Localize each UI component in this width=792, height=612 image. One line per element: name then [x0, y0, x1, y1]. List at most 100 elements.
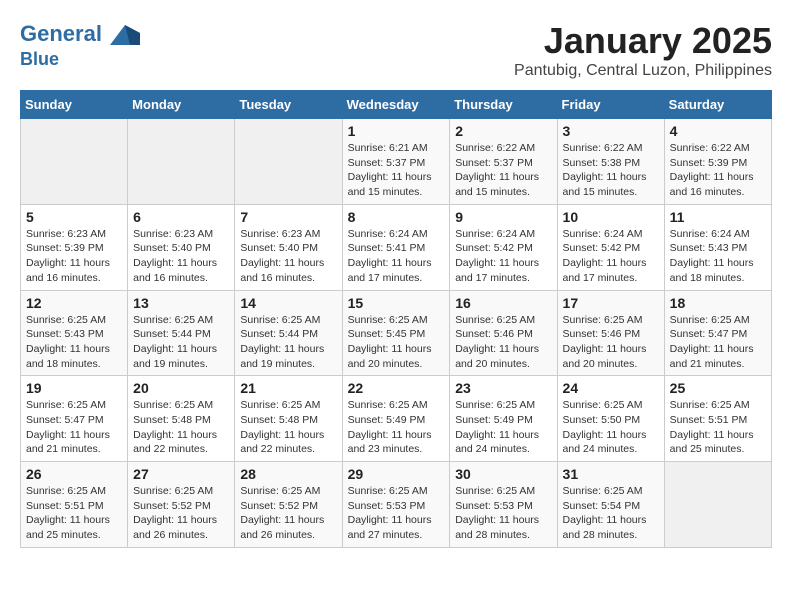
day-number: 24: [563, 380, 659, 396]
day-number: 19: [26, 380, 122, 396]
logo-line1: General: [20, 21, 102, 46]
day-info: Sunrise: 6:24 AM Sunset: 5:42 PM Dayligh…: [563, 227, 659, 286]
day-info: Sunrise: 6:25 AM Sunset: 5:53 PM Dayligh…: [348, 484, 445, 543]
day-number: 12: [26, 295, 122, 311]
day-info: Sunrise: 6:25 AM Sunset: 5:54 PM Dayligh…: [563, 484, 659, 543]
day-number: 27: [133, 466, 229, 482]
day-number: 20: [133, 380, 229, 396]
logo-icon: [110, 20, 140, 50]
day-info: Sunrise: 6:23 AM Sunset: 5:40 PM Dayligh…: [240, 227, 336, 286]
day-info: Sunrise: 6:25 AM Sunset: 5:49 PM Dayligh…: [348, 398, 445, 457]
day-number: 18: [670, 295, 766, 311]
calendar-cell: 10 Sunrise: 6:24 AM Sunset: 5:42 PM Dayli…: [557, 204, 664, 290]
calendar-cell: [664, 462, 771, 548]
logo: General Blue: [20, 20, 140, 70]
day-info: Sunrise: 6:25 AM Sunset: 5:51 PM Dayligh…: [26, 484, 122, 543]
calendar-week-row: 19 Sunrise: 6:25 AM Sunset: 5:47 PM Dayli…: [21, 376, 772, 462]
day-info: Sunrise: 6:24 AM Sunset: 5:43 PM Dayligh…: [670, 227, 766, 286]
day-number: 17: [563, 295, 659, 311]
calendar-table: SundayMondayTuesdayWednesdayThursdayFrid…: [20, 90, 772, 548]
day-info: Sunrise: 6:25 AM Sunset: 5:52 PM Dayligh…: [240, 484, 336, 543]
calendar-cell: 17Sunrise: 6:25 AM Sunset: 5:46 PM Dayli…: [557, 290, 664, 376]
weekday-header: Monday: [128, 91, 235, 119]
calendar-cell: 29 Sunrise: 6:25 AM Sunset: 5:53 PM Dayli…: [342, 462, 450, 548]
calendar-cell: 6Sunrise: 6:23 AM Sunset: 5:40 PM Daylig…: [128, 204, 235, 290]
calendar-cell: [235, 119, 342, 205]
calendar-cell: 22 Sunrise: 6:25 AM Sunset: 5:49 PM Dayli…: [342, 376, 450, 462]
day-info: Sunrise: 6:25 AM Sunset: 5:48 PM Dayligh…: [240, 398, 336, 457]
day-number: 9: [455, 209, 551, 225]
logo-line2: Blue: [20, 50, 140, 70]
day-number: 30: [455, 466, 551, 482]
day-number: 2: [455, 123, 551, 139]
weekday-header: Friday: [557, 91, 664, 119]
day-info: Sunrise: 6:25 AM Sunset: 5:50 PM Dayligh…: [563, 398, 659, 457]
calendar-cell: 7 Sunrise: 6:23 AM Sunset: 5:40 PM Daylig…: [235, 204, 342, 290]
day-number: 21: [240, 380, 336, 396]
calendar-week-row: 1 Sunrise: 6:21 AM Sunset: 5:37 PM Daylig…: [21, 119, 772, 205]
calendar-cell: 11Sunrise: 6:24 AM Sunset: 5:43 PM Dayli…: [664, 204, 771, 290]
day-info: Sunrise: 6:22 AM Sunset: 5:37 PM Dayligh…: [455, 141, 551, 200]
calendar-cell: 1 Sunrise: 6:21 AM Sunset: 5:37 PM Daylig…: [342, 119, 450, 205]
calendar-cell: 4 Sunrise: 6:22 AM Sunset: 5:39 PM Daylig…: [664, 119, 771, 205]
day-info: Sunrise: 6:25 AM Sunset: 5:45 PM Dayligh…: [348, 313, 445, 372]
day-number: 22: [348, 380, 445, 396]
day-number: 5: [26, 209, 122, 225]
calendar-week-row: 5 Sunrise: 6:23 AM Sunset: 5:39 PM Daylig…: [21, 204, 772, 290]
calendar-week-row: 12Sunrise: 6:25 AM Sunset: 5:43 PM Dayli…: [21, 290, 772, 376]
logo-text: General: [20, 20, 140, 50]
day-number: 16: [455, 295, 551, 311]
day-number: 10: [563, 209, 659, 225]
calendar-cell: 2 Sunrise: 6:22 AM Sunset: 5:37 PM Daylig…: [450, 119, 557, 205]
day-info: Sunrise: 6:23 AM Sunset: 5:39 PM Dayligh…: [26, 227, 122, 286]
day-info: Sunrise: 6:25 AM Sunset: 5:47 PM Dayligh…: [670, 313, 766, 372]
day-number: 15: [348, 295, 445, 311]
day-info: Sunrise: 6:25 AM Sunset: 5:52 PM Dayligh…: [133, 484, 229, 543]
calendar-week-row: 26 Sunrise: 6:25 AM Sunset: 5:51 PM Dayli…: [21, 462, 772, 548]
day-number: 3: [563, 123, 659, 139]
calendar-cell: 26 Sunrise: 6:25 AM Sunset: 5:51 PM Dayli…: [21, 462, 128, 548]
day-number: 31: [563, 466, 659, 482]
day-info: Sunrise: 6:25 AM Sunset: 5:44 PM Dayligh…: [133, 313, 229, 372]
calendar-cell: 25 Sunrise: 6:25 AM Sunset: 5:51 PM Dayli…: [664, 376, 771, 462]
calendar-cell: [128, 119, 235, 205]
day-number: 13: [133, 295, 229, 311]
calendar-title: January 2025: [514, 20, 772, 62]
day-number: 1: [348, 123, 445, 139]
day-info: Sunrise: 6:25 AM Sunset: 5:51 PM Dayligh…: [670, 398, 766, 457]
calendar-cell: 8 Sunrise: 6:24 AM Sunset: 5:41 PM Daylig…: [342, 204, 450, 290]
calendar-cell: [21, 119, 128, 205]
day-info: Sunrise: 6:24 AM Sunset: 5:42 PM Dayligh…: [455, 227, 551, 286]
day-info: Sunrise: 6:21 AM Sunset: 5:37 PM Dayligh…: [348, 141, 445, 200]
calendar-subtitle: Pantubig, Central Luzon, Philippines: [514, 62, 772, 80]
day-number: 29: [348, 466, 445, 482]
calendar-cell: 31 Sunrise: 6:25 AM Sunset: 5:54 PM Dayli…: [557, 462, 664, 548]
day-info: Sunrise: 6:25 AM Sunset: 5:47 PM Dayligh…: [26, 398, 122, 457]
calendar-cell: 30 Sunrise: 6:25 AM Sunset: 5:53 PM Dayli…: [450, 462, 557, 548]
calendar-cell: 3 Sunrise: 6:22 AM Sunset: 5:38 PM Daylig…: [557, 119, 664, 205]
calendar-cell: 23Sunrise: 6:25 AM Sunset: 5:49 PM Dayli…: [450, 376, 557, 462]
day-info: Sunrise: 6:24 AM Sunset: 5:41 PM Dayligh…: [348, 227, 445, 286]
calendar-header-row: SundayMondayTuesdayWednesdayThursdayFrid…: [21, 91, 772, 119]
calendar-cell: 20Sunrise: 6:25 AM Sunset: 5:48 PM Dayli…: [128, 376, 235, 462]
calendar-cell: 13 Sunrise: 6:25 AM Sunset: 5:44 PM Dayli…: [128, 290, 235, 376]
day-number: 26: [26, 466, 122, 482]
day-number: 4: [670, 123, 766, 139]
calendar-cell: 9 Sunrise: 6:24 AM Sunset: 5:42 PM Daylig…: [450, 204, 557, 290]
weekday-header: Sunday: [21, 91, 128, 119]
calendar-cell: 15 Sunrise: 6:25 AM Sunset: 5:45 PM Dayli…: [342, 290, 450, 376]
day-info: Sunrise: 6:22 AM Sunset: 5:38 PM Dayligh…: [563, 141, 659, 200]
day-info: Sunrise: 6:22 AM Sunset: 5:39 PM Dayligh…: [670, 141, 766, 200]
day-info: Sunrise: 6:25 AM Sunset: 5:53 PM Dayligh…: [455, 484, 551, 543]
weekday-header: Saturday: [664, 91, 771, 119]
day-number: 7: [240, 209, 336, 225]
calendar-cell: 5 Sunrise: 6:23 AM Sunset: 5:39 PM Daylig…: [21, 204, 128, 290]
day-info: Sunrise: 6:25 AM Sunset: 5:44 PM Dayligh…: [240, 313, 336, 372]
calendar-cell: 16Sunrise: 6:25 AM Sunset: 5:46 PM Dayli…: [450, 290, 557, 376]
day-number: 8: [348, 209, 445, 225]
calendar-cell: 12Sunrise: 6:25 AM Sunset: 5:43 PM Dayli…: [21, 290, 128, 376]
calendar-cell: 18 Sunrise: 6:25 AM Sunset: 5:47 PM Dayli…: [664, 290, 771, 376]
calendar-cell: 19 Sunrise: 6:25 AM Sunset: 5:47 PM Dayli…: [21, 376, 128, 462]
page-header: General Blue January 2025 Pantubig, Cent…: [20, 20, 772, 80]
day-number: 25: [670, 380, 766, 396]
